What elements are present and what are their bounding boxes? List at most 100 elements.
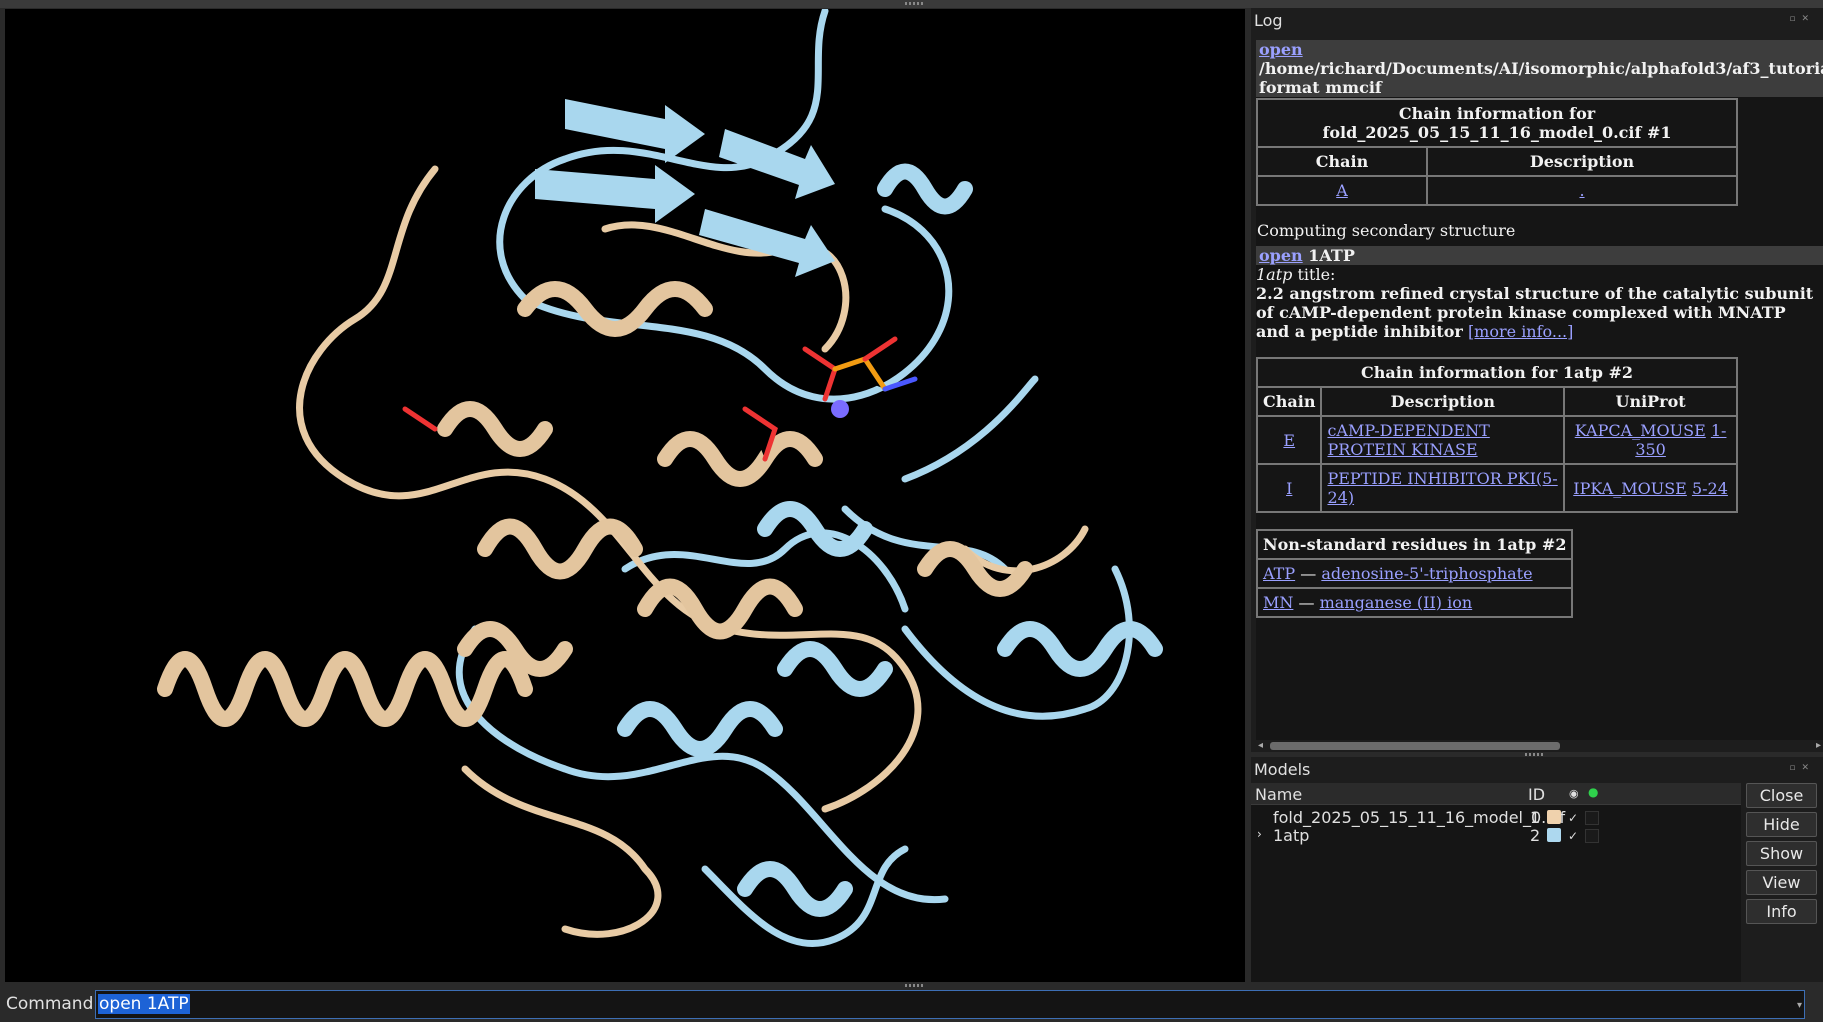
model-id: 2 xyxy=(1530,826,1541,845)
shown-checkbox[interactable]: ✓ xyxy=(1566,811,1580,825)
top-splitter[interactable] xyxy=(0,0,1823,8)
models-panel: Models ▫✕ Name ID ◉ ● fold_2025_05_15_11… xyxy=(1251,757,1823,982)
scroll-left-icon[interactable]: ◂ xyxy=(1258,740,1263,751)
models-table: Name ID ◉ ● fold_2025_05_15_11_16_model_… xyxy=(1251,783,1741,982)
tan-helix xyxy=(637,578,803,640)
command-label: Command: xyxy=(6,994,100,1014)
log-horizontal-scrollbar[interactable]: ◂ ▸ xyxy=(1256,740,1823,752)
open-format: format mmcif xyxy=(1259,78,1382,97)
description-link[interactable]: PEPTIDE INHIBITOR PKI(5-24) xyxy=(1327,469,1557,507)
title-label: 1atp title: xyxy=(1256,265,1823,284)
scroll-right-icon[interactable]: ▸ xyxy=(1816,740,1821,751)
chain-table-1: Chain information for fold_2025_05_15_11… xyxy=(1256,98,1738,206)
tan-helix xyxy=(437,401,553,457)
command-bar: Command: open 1ATP ▾ xyxy=(0,988,1823,1022)
table-caption: Chain information for 1atp #2 xyxy=(1257,358,1737,387)
separator: — xyxy=(1300,564,1317,583)
residue-name-link[interactable]: adenosine-5'-triphosphate xyxy=(1321,564,1532,583)
uniprot-link[interactable]: IPKA_MOUSE xyxy=(1573,479,1687,498)
table-row: E cAMP-DEPENDENT PROTEIN KINASE KAPCA_MO… xyxy=(1257,416,1737,464)
select-checkbox[interactable] xyxy=(1585,829,1599,843)
structure-title: 2.2 angstrom refined crystal structure o… xyxy=(1256,284,1823,341)
log-content[interactable]: open /home/richard/Documents/AI/isomorph… xyxy=(1256,40,1823,740)
column-header: UniProt xyxy=(1564,387,1737,416)
tan-helix xyxy=(657,431,823,487)
model-row[interactable]: fold_2025_05_15_11_16_model_0.cif 1 ✓ xyxy=(1251,808,1741,828)
panel-float-close-icon[interactable]: ▫✕ xyxy=(1789,14,1815,24)
residue-code-link[interactable]: ATP xyxy=(1263,564,1295,583)
column-header: Chain xyxy=(1257,147,1427,176)
expander-icon[interactable]: › xyxy=(1257,827,1262,841)
chain-link-e[interactable]: E xyxy=(1283,431,1295,450)
open-arg: 1ATP xyxy=(1308,246,1355,265)
title-suffix: title: xyxy=(1292,265,1336,284)
table-row: I PEPTIDE INHIBITOR PKI(5-24) IPKA_MOUSE… xyxy=(1257,464,1737,512)
eye-icon: ◉ xyxy=(1569,787,1579,800)
dropdown-arrow-icon[interactable]: ▾ xyxy=(1797,1000,1802,1011)
hide-button[interactable]: Hide xyxy=(1746,812,1817,837)
log-command-1: open /home/richard/Documents/AI/isomorph… xyxy=(1256,40,1823,97)
open-command-link[interactable]: open xyxy=(1259,246,1303,265)
description-link[interactable]: . xyxy=(1579,181,1584,200)
tan-helix xyxy=(157,651,533,727)
command-text: open 1ATP xyxy=(98,994,190,1014)
models-title: Models xyxy=(1254,760,1311,779)
log-panel: Log ▫✕ open /home/richard/Documents/AI/i… xyxy=(1251,8,1823,752)
log-title: Log xyxy=(1254,11,1283,30)
model-color-swatch[interactable] xyxy=(1547,810,1561,824)
graphics-viewer[interactable] xyxy=(5,9,1245,982)
nonstandard-residues-table: Non-standard residues in 1atp #2 ATP — a… xyxy=(1256,529,1574,618)
open-path: /home/richard/Documents/AI/isomorphic/al… xyxy=(1259,59,1823,78)
log-command-2: open 1ATP xyxy=(1256,246,1823,265)
models-header: Name ID ◉ ● xyxy=(1251,783,1741,805)
tan-helix xyxy=(477,518,643,580)
blue-helix xyxy=(777,641,893,697)
grip-icon xyxy=(905,984,925,987)
model-row[interactable]: › 1atp 2 ✓ xyxy=(1251,826,1741,846)
view-button[interactable]: View xyxy=(1746,870,1817,895)
model-name: fold_2025_05_15_11_16_model_0.cif xyxy=(1273,808,1566,827)
table-caption: Chain information for fold_2025_05_15_11… xyxy=(1257,99,1737,147)
residue-code-link[interactable]: MN xyxy=(1263,593,1293,612)
residue-name-link[interactable]: manganese (II) ion xyxy=(1320,593,1473,612)
scrollbar-thumb[interactable] xyxy=(1270,742,1560,750)
grip-icon xyxy=(905,2,925,5)
blue-helix xyxy=(997,621,1163,677)
shown-checkbox[interactable]: ✓ xyxy=(1566,829,1580,843)
range-link[interactable]: 5-24 xyxy=(1692,479,1728,498)
grip-icon xyxy=(1525,753,1545,756)
id-column-header[interactable]: ID xyxy=(1528,785,1545,804)
blue-loop xyxy=(841,375,1039,573)
column-header: Chain xyxy=(1257,387,1322,416)
panel-float-close-icon[interactable]: ▫✕ xyxy=(1789,763,1815,773)
chain-link-i[interactable]: I xyxy=(1286,479,1292,498)
select-checkbox[interactable] xyxy=(1585,811,1599,825)
model-buttons: Close Hide Show View Info xyxy=(1746,783,1823,928)
column-header: Description xyxy=(1427,147,1737,176)
chain-link-a[interactable]: A xyxy=(1336,181,1348,200)
beta-strand xyxy=(535,165,695,223)
model-color-swatch[interactable] xyxy=(1547,828,1561,842)
blue-helix xyxy=(737,861,853,917)
model-name: 1atp xyxy=(1273,826,1310,845)
close-button[interactable]: Close xyxy=(1746,783,1817,808)
uniprot-link[interactable]: KAPCA_MOUSE xyxy=(1575,421,1706,440)
selection-icon: ● xyxy=(1588,785,1599,799)
name-column-header[interactable]: Name xyxy=(1255,785,1302,804)
description-link[interactable]: cAMP-DEPENDENT PROTEIN KINASE xyxy=(1327,421,1489,459)
blue-helix xyxy=(877,163,973,215)
structure-id: 1atp xyxy=(1256,265,1293,284)
tan-loop xyxy=(296,165,439,483)
open-command-link[interactable]: open xyxy=(1259,40,1303,59)
molecule-render xyxy=(157,9,1163,948)
tan-loop xyxy=(461,765,662,938)
more-info-link[interactable]: [more info...] xyxy=(1468,322,1573,341)
chain-table-2: Chain information for 1atp #2 Chain Desc… xyxy=(1256,357,1738,513)
info-button[interactable]: Info xyxy=(1746,899,1817,924)
model-id: 1 xyxy=(1530,808,1541,827)
show-button[interactable]: Show xyxy=(1746,841,1817,866)
command-input[interactable]: open 1ATP ▾ xyxy=(95,990,1805,1019)
column-header: Description xyxy=(1321,387,1565,416)
separator: — xyxy=(1298,593,1315,612)
table-caption: Non-standard residues in 1atp #2 xyxy=(1257,530,1573,559)
